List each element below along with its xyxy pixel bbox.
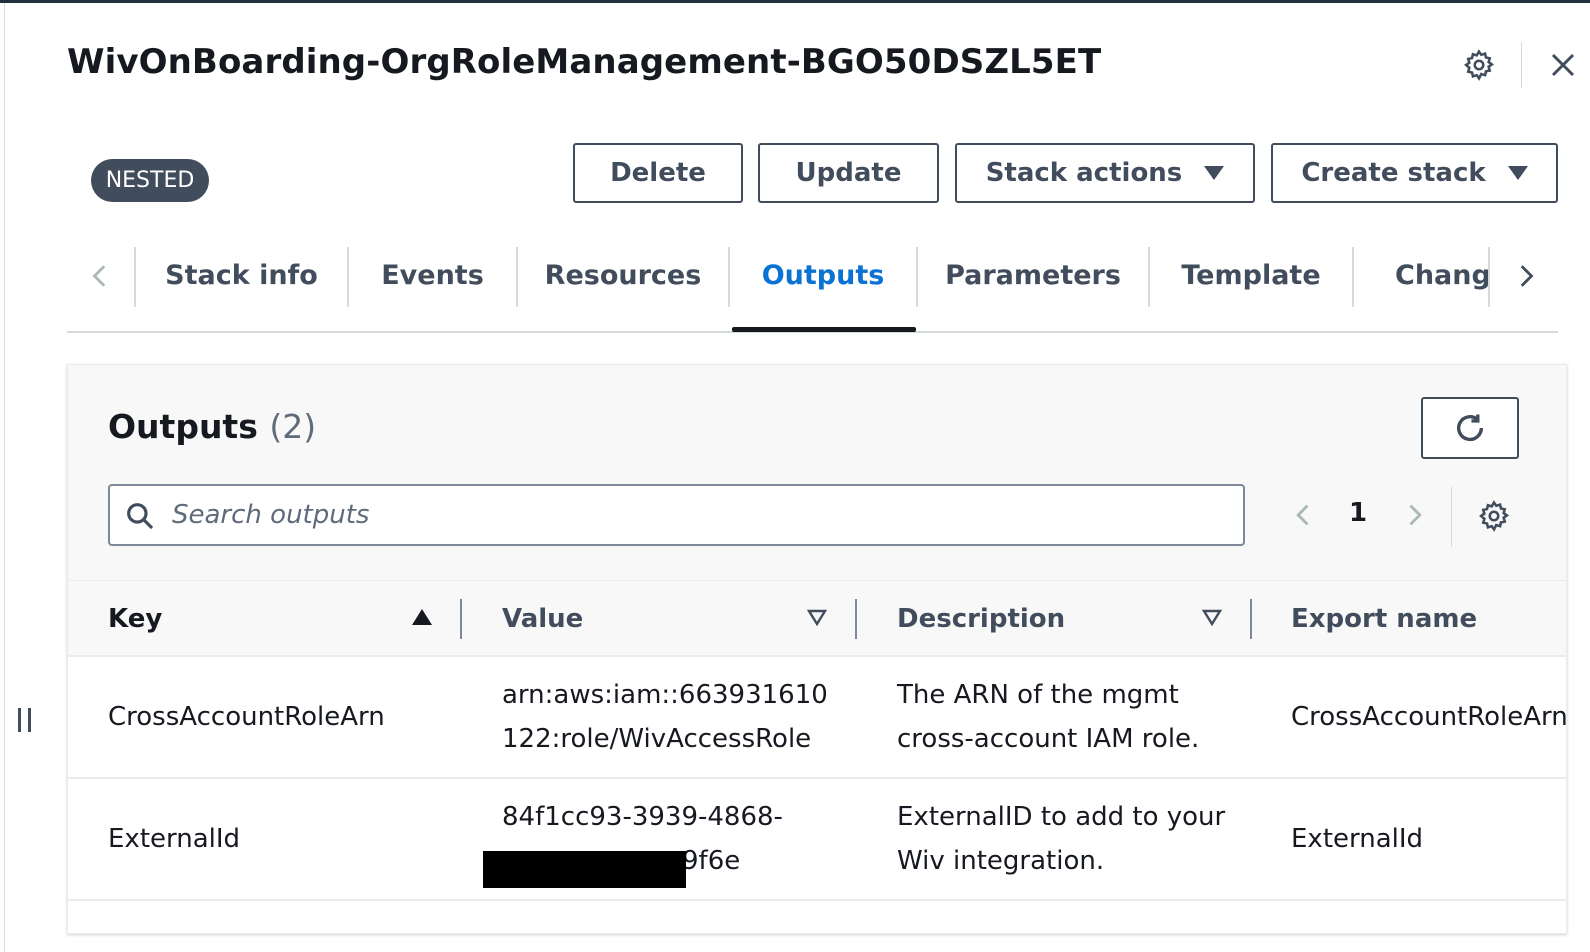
sort-caret-icon[interactable]: [1202, 609, 1222, 627]
table-row: CrossAccountRoleArn arn:aws:iam::6639316…: [68, 657, 1566, 779]
left-border: [4, 3, 5, 952]
close-icon[interactable]: [1548, 50, 1578, 80]
create-stack-label: Create stack: [1301, 158, 1486, 188]
chevron-right-icon[interactable]: [1512, 263, 1538, 289]
delete-button[interactable]: Delete: [573, 143, 743, 203]
tab-stack-info[interactable]: Stack info: [136, 243, 347, 307]
refresh-button[interactable]: [1421, 397, 1519, 459]
tab-bar: Stack info Events Resources Outputs Para…: [67, 243, 1558, 333]
cell-description: The ARN of the mgmt cross-account IAM ro…: [897, 680, 1200, 754]
caret-down-icon: [1204, 166, 1225, 180]
chevron-left-icon[interactable]: [1290, 500, 1318, 530]
column-header-value[interactable]: Value: [502, 581, 583, 656]
search-input[interactable]: [172, 486, 1232, 544]
column-resizer[interactable]: [1250, 599, 1252, 639]
cell-export-name: ExternalId: [1291, 824, 1424, 854]
top-border: [0, 0, 1590, 3]
drag-handle-icon[interactable]: [17, 706, 33, 734]
table-header: Key Value Description Export name: [68, 580, 1566, 657]
column-header-export-name[interactable]: Export name: [1291, 581, 1477, 656]
sort-caret-icon[interactable]: [807, 609, 827, 627]
chevron-left-icon[interactable]: [88, 263, 114, 289]
pagination-divider: [1451, 487, 1452, 547]
tab-parameters[interactable]: Parameters: [918, 243, 1148, 307]
cell-value: arn:aws:iam::663931610 122:role/WivAcces…: [502, 680, 828, 754]
page-number[interactable]: 1: [1338, 498, 1378, 528]
tab-resources[interactable]: Resources: [518, 243, 728, 307]
column-resizer[interactable]: [460, 599, 462, 639]
tab-events[interactable]: Events: [349, 243, 516, 307]
search-icon: [127, 503, 154, 530]
tab-divider: [1488, 247, 1490, 307]
column-header-description[interactable]: Description: [897, 581, 1065, 656]
chevron-right-icon[interactable]: [1400, 500, 1428, 530]
column-header-key[interactable]: Key: [108, 581, 162, 656]
tab-template[interactable]: Template: [1150, 243, 1352, 307]
caret-down-icon: [1507, 166, 1528, 180]
table-row: ExternalId 84f1cc93-3939-4868- 9f6e Exte…: [68, 779, 1566, 901]
header-divider: [1521, 42, 1522, 88]
update-button[interactable]: Update: [758, 143, 939, 203]
tab-change-sets[interactable]: Change: [1354, 243, 1488, 307]
outputs-header: Outputs (2) 1: [68, 365, 1566, 580]
gear-icon[interactable]: [1462, 48, 1496, 82]
outputs-title-text: Outputs: [108, 407, 258, 446]
redaction-block: [483, 851, 686, 888]
outputs-panel: Outputs (2) 1 Key Value: [67, 364, 1567, 934]
stack-actions-label: Stack actions: [985, 158, 1183, 188]
outputs-title: Outputs (2): [108, 407, 316, 446]
create-stack-button[interactable]: Create stack: [1271, 143, 1558, 203]
cell-description: ExternalID to add to your Wiv integratio…: [897, 802, 1226, 876]
outputs-count: (2): [269, 407, 317, 446]
cell-value-line-1: 84f1cc93-3939-4868-: [502, 802, 783, 832]
column-resizer[interactable]: [855, 599, 857, 639]
delete-button-label: Delete: [610, 158, 706, 188]
stack-actions-button[interactable]: Stack actions: [955, 143, 1255, 203]
search-box: [108, 484, 1245, 546]
active-tab-indicator: [732, 327, 916, 332]
tab-outputs[interactable]: Outputs: [730, 243, 916, 307]
cell-key: ExternalId: [108, 824, 241, 854]
page-title: WivOnBoarding-OrgRoleManagement-BGO50DSZ…: [67, 42, 1102, 82]
sort-ascending-icon[interactable]: [412, 609, 432, 625]
nested-badge: NESTED: [91, 159, 209, 202]
update-button-label: Update: [795, 158, 902, 188]
refresh-icon: [1456, 414, 1484, 442]
cell-key: CrossAccountRoleArn: [108, 702, 385, 732]
cell-export-name: CrossAccountRoleArn: [1291, 702, 1567, 732]
gear-icon[interactable]: [1477, 499, 1511, 533]
